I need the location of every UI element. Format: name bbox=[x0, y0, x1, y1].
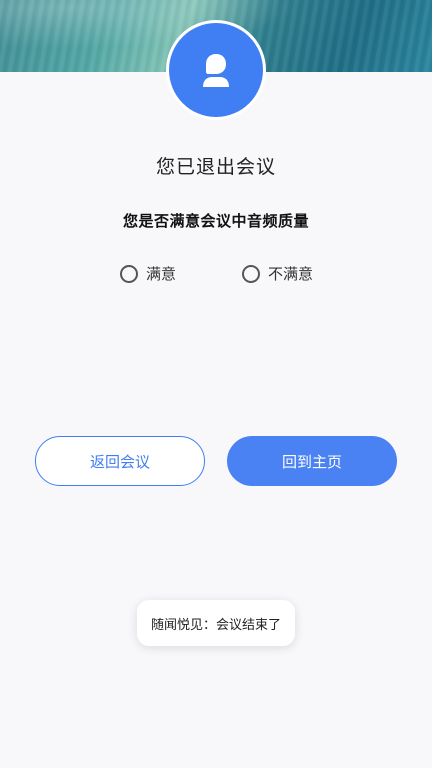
radio-satisfied[interactable] bbox=[120, 264, 138, 283]
option-label: 不满意 bbox=[268, 265, 314, 283]
radio-unsatisfied[interactable] bbox=[242, 264, 260, 283]
survey-question: 您是否满意会议中音频质量 bbox=[122, 212, 309, 230]
meeting-exit-screen: 您已退出会议 您是否满意会议中音频质量 满意 不满意 返回会议 回到主页 随闻悦… bbox=[0, 0, 432, 768]
option-label: 满意 bbox=[146, 265, 177, 283]
toast-message: 随闻悦见：会议结束了 bbox=[137, 600, 295, 646]
back-to-home-button[interactable]: 回到主页 bbox=[227, 436, 397, 486]
page-title: 您已退出会议 bbox=[155, 156, 276, 178]
return-to-meeting-button[interactable]: 返回会议 bbox=[35, 436, 205, 486]
user-icon bbox=[203, 54, 229, 87]
avatar-circle bbox=[169, 23, 263, 117]
option-unsatisfied[interactable]: 不满意 bbox=[242, 263, 313, 284]
avatar bbox=[166, 20, 266, 120]
option-satisfied[interactable]: 满意 bbox=[120, 263, 176, 284]
